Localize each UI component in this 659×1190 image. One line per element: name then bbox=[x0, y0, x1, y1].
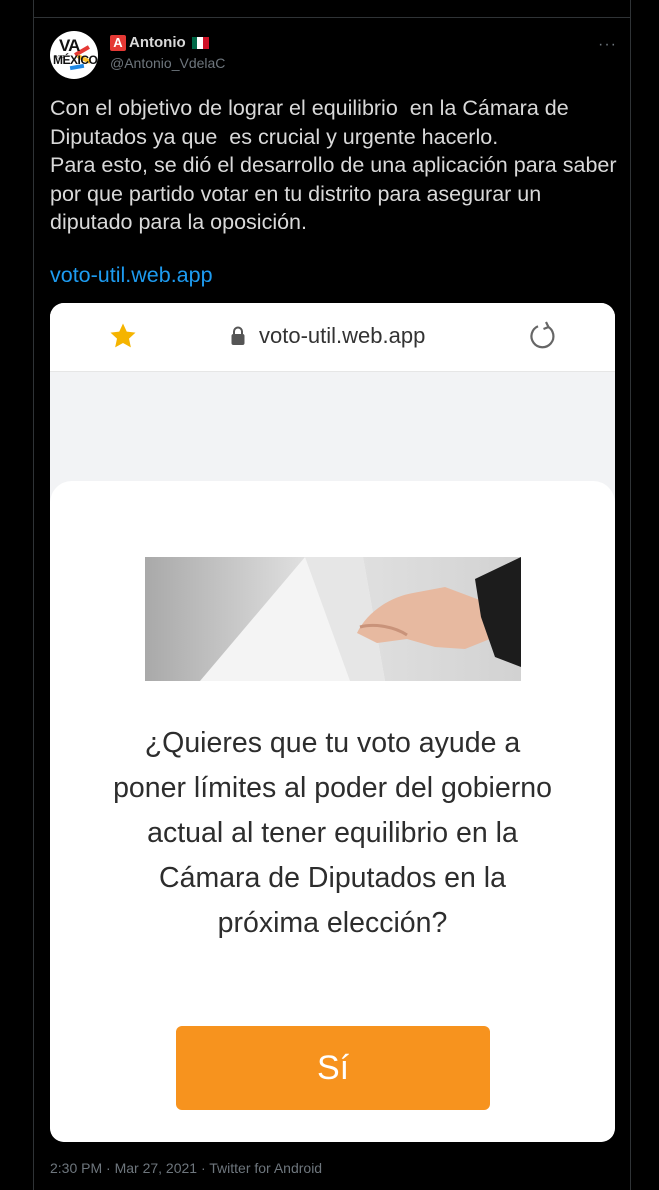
tweet-link[interactable]: voto-util.web.app bbox=[50, 263, 213, 288]
display-name[interactable]: Antonio bbox=[129, 34, 186, 51]
question-modal: ¿Quieres que tu voto ayude a poner límit… bbox=[50, 481, 615, 1142]
author-handle[interactable]: @Antonio_VdelaC bbox=[110, 55, 225, 71]
more-options-icon[interactable]: ··· bbox=[598, 36, 617, 54]
attached-image[interactable]: voto-util.web.app ¿Quieres que tu voto a… bbox=[50, 303, 615, 1142]
avatar-logo-bottom: MÉXICO bbox=[53, 53, 98, 67]
star-icon bbox=[110, 323, 136, 348]
tweet-text: Con el objetivo de lograr el equilibrio … bbox=[50, 96, 617, 234]
question-text: ¿Quieres que tu voto ayude a poner límit… bbox=[113, 727, 552, 939]
divider bbox=[33, 17, 631, 18]
tweet-timestamp[interactable]: 2:30 PM · Mar 27, 2021 · Twitter for And… bbox=[50, 1160, 322, 1176]
mexico-flag-icon bbox=[191, 36, 209, 49]
yes-button[interactable]: Sí bbox=[176, 1026, 490, 1110]
avatar[interactable]: VA POR MÉXICO bbox=[50, 31, 98, 79]
ballot-photo bbox=[145, 557, 521, 681]
lock-icon bbox=[231, 326, 245, 345]
a-badge-icon: A bbox=[110, 34, 126, 51]
address-url: voto-util.web.app bbox=[259, 323, 426, 348]
author-name-row[interactable]: A Antonio bbox=[110, 34, 209, 51]
reload-icon bbox=[530, 321, 555, 349]
browser-address-bar: voto-util.web.app bbox=[50, 303, 615, 372]
